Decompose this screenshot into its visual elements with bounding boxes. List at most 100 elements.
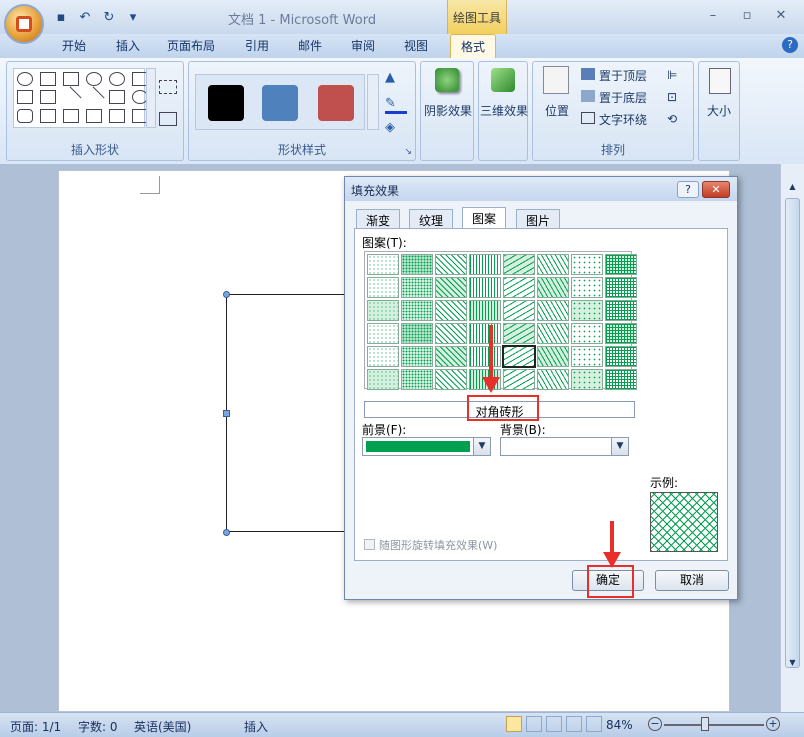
- pattern-cell[interactable]: [605, 369, 637, 390]
- pattern-cell[interactable]: [401, 254, 433, 275]
- pattern-cell[interactable]: [571, 277, 603, 298]
- pattern-cell[interactable]: [605, 277, 637, 298]
- pattern-cell[interactable]: [502, 345, 536, 368]
- zoom-slider-thumb[interactable]: [701, 717, 709, 731]
- pattern-cell[interactable]: [571, 346, 603, 367]
- pattern-cell[interactable]: [537, 369, 569, 390]
- draft-view-icon[interactable]: [586, 716, 602, 732]
- style-swatch-blue[interactable]: [262, 85, 298, 121]
- pattern-cell[interactable]: [367, 254, 399, 275]
- scroll-thumb[interactable]: [785, 198, 800, 668]
- status-words[interactable]: 字数: 0: [78, 718, 118, 735]
- pattern-cell[interactable]: [401, 300, 433, 321]
- rotate-icon[interactable]: ⟲: [667, 112, 677, 126]
- pattern-cell[interactable]: [503, 300, 535, 321]
- pattern-cell[interactable]: [537, 346, 569, 367]
- tab-picture[interactable]: 图片: [516, 209, 561, 228]
- change-shape-icon[interactable]: ◈: [385, 120, 407, 138]
- vertical-scrollbar[interactable]: ▲ ▼: [780, 164, 804, 712]
- full-screen-view-icon[interactable]: [526, 716, 542, 732]
- shapes-gallery[interactable]: [13, 68, 148, 128]
- tab-insert[interactable]: 插入: [116, 37, 140, 54]
- tab-view[interactable]: 视图: [404, 37, 428, 54]
- zoom-out-icon[interactable]: −: [648, 717, 662, 731]
- status-mode[interactable]: 插入: [244, 718, 268, 735]
- size-button[interactable]: 大小: [699, 102, 739, 119]
- pattern-cell[interactable]: [469, 300, 501, 321]
- tab-page-layout[interactable]: 页面布局: [167, 37, 215, 54]
- chevron-down-icon[interactable]: ▼: [473, 438, 490, 455]
- donut-shape-icon[interactable]: [109, 72, 125, 86]
- position-button[interactable]: 位置: [539, 102, 575, 119]
- chevron-down-icon[interactable]: ▼: [611, 438, 628, 455]
- shapes-gallery-scroll[interactable]: [146, 68, 156, 128]
- pattern-cell[interactable]: [401, 277, 433, 298]
- arrow-line-shape-icon[interactable]: [83, 86, 105, 108]
- style-swatch-red[interactable]: [318, 85, 354, 121]
- tab-gradient[interactable]: 渐变: [356, 209, 401, 228]
- pattern-cell[interactable]: [503, 369, 535, 390]
- bring-to-front-button[interactable]: 置于顶层: [599, 67, 647, 84]
- pattern-cell[interactable]: [401, 323, 433, 344]
- zoom-in-icon[interactable]: +: [766, 717, 780, 731]
- dialog-help-button[interactable]: ?: [677, 181, 699, 198]
- pattern-cell[interactable]: [503, 323, 535, 344]
- office-button[interactable]: [4, 4, 44, 44]
- pattern-cell[interactable]: [571, 254, 603, 275]
- line-shape-icon[interactable]: [60, 86, 82, 108]
- dialog-close-button[interactable]: ✕: [702, 181, 730, 198]
- rectangle-shape-icon[interactable]: [109, 90, 125, 105]
- resize-handle[interactable]: [223, 291, 230, 298]
- pattern-cell[interactable]: [435, 346, 467, 367]
- pattern-cell[interactable]: [605, 254, 637, 275]
- help-icon[interactable]: ?: [782, 37, 798, 53]
- style-gallery[interactable]: [195, 74, 365, 130]
- dialog-launcher-icon[interactable]: ↘: [404, 147, 412, 157]
- pattern-grid[interactable]: [364, 251, 637, 390]
- web-layout-view-icon[interactable]: [546, 716, 562, 732]
- textbox-shape-icon[interactable]: [17, 90, 33, 105]
- edit-points-icon[interactable]: [159, 80, 177, 94]
- elbow-connector-shape-icon[interactable]: [63, 108, 79, 123]
- outline-view-icon[interactable]: [566, 716, 582, 732]
- status-page[interactable]: 页面: 1/1: [10, 718, 61, 735]
- threed-effects-icon[interactable]: [491, 68, 515, 92]
- pattern-cell[interactable]: [571, 300, 603, 321]
- scroll-down-icon[interactable]: ▼: [784, 658, 801, 670]
- style-swatch-black[interactable]: [208, 85, 244, 121]
- pattern-cell[interactable]: [503, 254, 535, 275]
- pattern-cell[interactable]: [435, 277, 467, 298]
- shadow-effects-icon[interactable]: [435, 68, 459, 92]
- pattern-cell[interactable]: [367, 369, 399, 390]
- pattern-cell[interactable]: [537, 300, 569, 321]
- scroll-up-icon[interactable]: ▲: [784, 182, 801, 194]
- curved-connector-shape-icon[interactable]: [86, 108, 102, 123]
- undo-icon[interactable]: ↶: [76, 10, 94, 26]
- foreground-color-select[interactable]: ▼: [362, 437, 491, 456]
- redo-icon[interactable]: ↻: [100, 10, 118, 26]
- pattern-cell[interactable]: [401, 346, 433, 367]
- print-layout-view-icon[interactable]: [506, 716, 522, 732]
- tab-pattern[interactable]: 图案: [462, 207, 507, 229]
- tab-format[interactable]: 格式: [450, 34, 497, 58]
- maximize-icon[interactable]: ▫: [736, 8, 758, 24]
- style-gallery-scroll[interactable]: [367, 74, 379, 130]
- chevron-shape-icon[interactable]: [40, 72, 56, 86]
- triangle-shape-icon[interactable]: [40, 108, 56, 123]
- align-icon[interactable]: ⊫: [667, 68, 677, 82]
- pattern-cell[interactable]: [367, 346, 399, 367]
- size-icon[interactable]: [709, 68, 731, 94]
- pattern-cell[interactable]: [571, 369, 603, 390]
- pattern-cell[interactable]: [469, 323, 501, 344]
- shadow-effects-button[interactable]: 阴影效果: [423, 102, 473, 119]
- pattern-cell[interactable]: [469, 346, 501, 367]
- pattern-cell[interactable]: [367, 300, 399, 321]
- text-wrapping-button[interactable]: 文字环绕: [599, 111, 647, 128]
- pattern-cell[interactable]: [503, 277, 535, 298]
- tab-review[interactable]: 审阅: [351, 37, 375, 54]
- pattern-cell[interactable]: [605, 323, 637, 344]
- pattern-cell[interactable]: [605, 300, 637, 321]
- cancel-button[interactable]: 取消: [655, 570, 729, 591]
- customize-qat-icon[interactable]: ▾: [124, 10, 142, 26]
- save-icon[interactable]: ▪: [52, 10, 70, 26]
